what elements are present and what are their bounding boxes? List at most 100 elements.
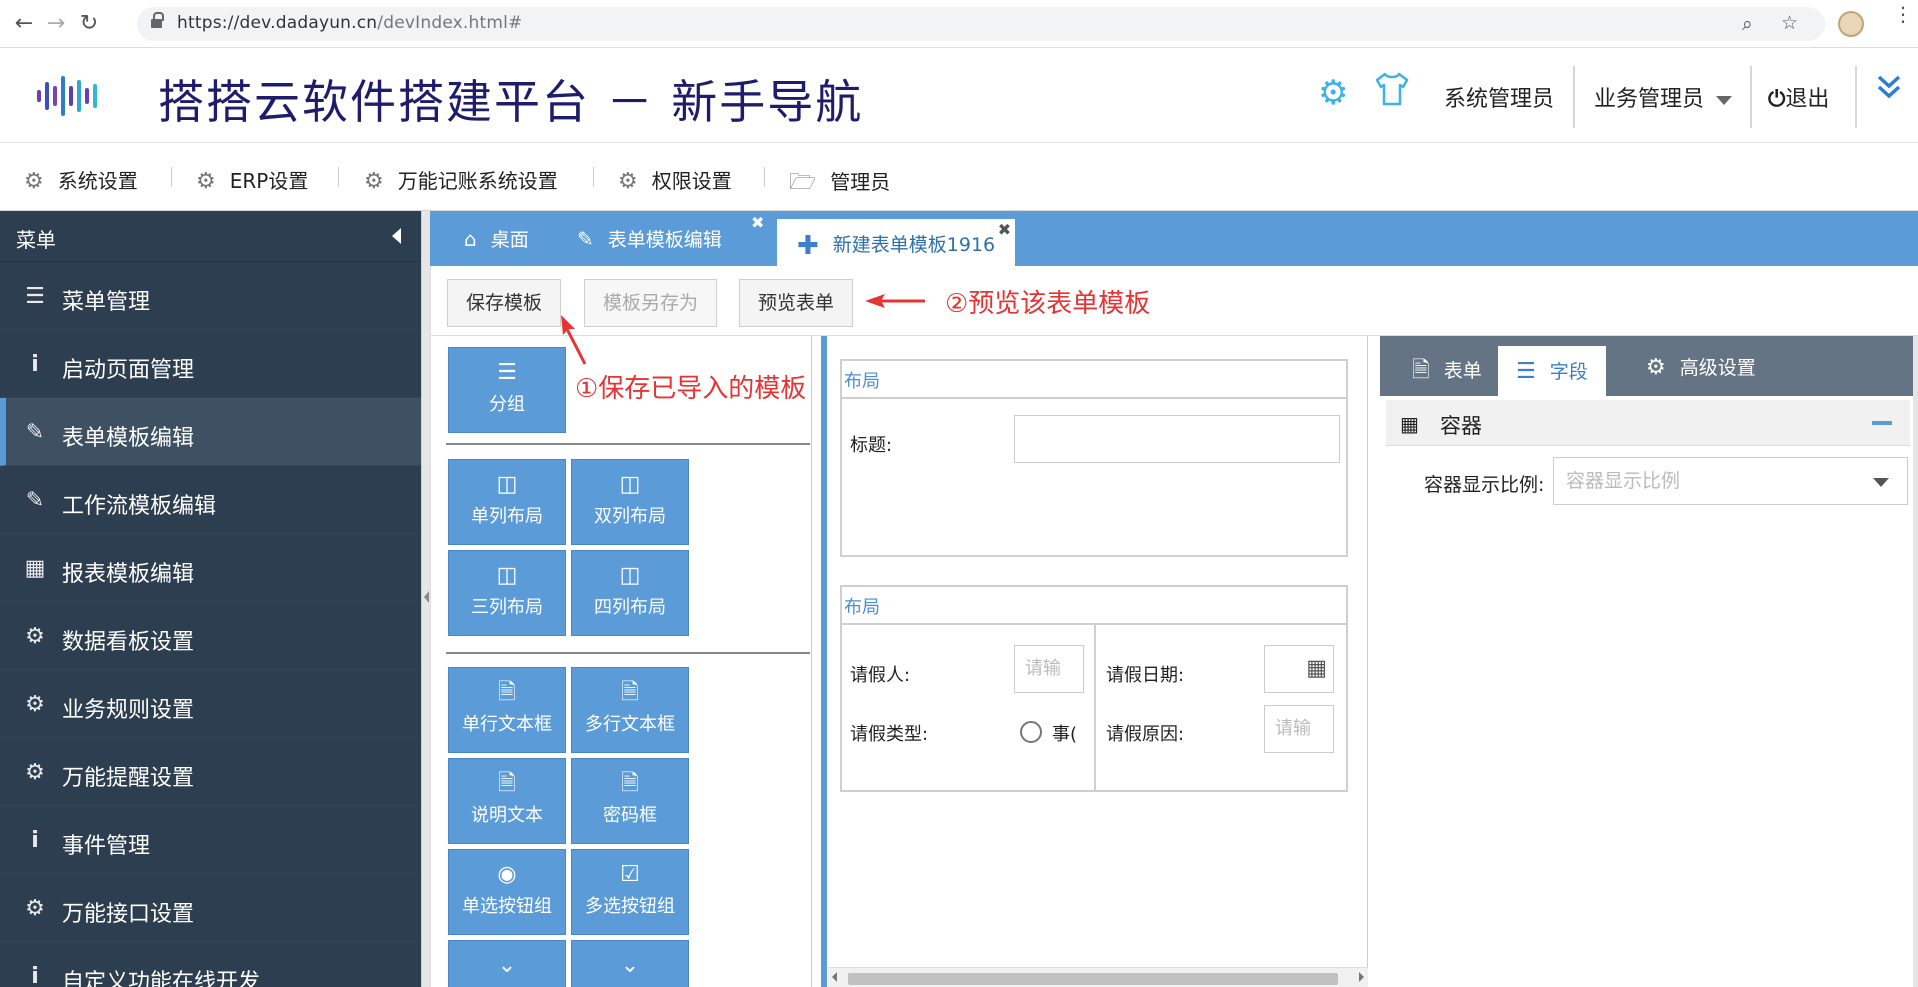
palette-radio-group[interactable]: ◉ 单选按钮组 [448, 849, 566, 935]
info-icon: i [31, 828, 39, 853]
sidebar-item-startup-page[interactable]: i 启动页面管理 [0, 330, 421, 398]
tab-form[interactable]: 🗎 表单 [1412, 353, 1482, 391]
bookmark-star-icon[interactable]: ☆ [1781, 12, 1798, 34]
scrollbar-thumb[interactable] [848, 973, 1338, 985]
layout-container[interactable]: 布局 请假人: 请输 请假日期: ▦ 请假类型: 事( 请假原因: 请输 [840, 585, 1348, 792]
palette-single-line-text[interactable]: 🗎 单行文本框 [448, 667, 566, 753]
sidebar-item-reminders[interactable]: ⚙ 万能提醒设置 [0, 738, 421, 806]
save-as-template-button[interactable]: 模板另存为 [584, 279, 718, 327]
sidebar-item-business-rules[interactable]: ⚙ 业务规则设置 [0, 670, 421, 738]
settings-gear-icon[interactable]: ⚙ [1318, 73, 1348, 113]
calendar-icon[interactable]: ▦ [1306, 656, 1327, 681]
file-text-icon: 🗎 [498, 771, 516, 796]
palette-four-column[interactable]: ◫ 四列布局 [571, 550, 689, 636]
tab-new-form-template[interactable]: ✚ 新建表单模板1916 ✖ [777, 219, 1016, 266]
palette-multi-line-text[interactable]: 🗎 多行文本框 [571, 667, 689, 753]
sidebar-item-api-settings[interactable]: ⚙ 万能接口设置 [0, 874, 421, 942]
title-field-label: 标题: [850, 435, 893, 456]
file-icon: 🗎 [1412, 358, 1430, 383]
columns-icon: ◫ [619, 563, 641, 588]
tab-advanced-settings[interactable]: ⚙ 高级设置 [1646, 353, 1756, 380]
palette-single-column[interactable]: ◫ 单列布局 [448, 459, 566, 545]
leave-type-option: 事( [1052, 724, 1078, 745]
double-chevron-down-icon[interactable] [1876, 72, 1902, 109]
sidebar-item-form-template[interactable]: ✎ 表单模板编辑 [0, 398, 421, 466]
gear-icon: ⚙ [25, 624, 45, 649]
tab-desktop[interactable]: ⌂ 桌面 [464, 225, 529, 252]
forward-arrow-icon[interactable]: → [42, 12, 70, 36]
top-menu-bar: ⚙ 系统设置 ⚙ ERP设置 ⚙ 万能记账系统设置 ⚙ 权限设置 🗁 管理员 [0, 143, 1918, 211]
palette-more[interactable]: ⌄ [448, 940, 566, 987]
properties-panel: 🗎 表单 ☰ 字段 ⚙ 高级设置 ▦ 容器 容器显示比例: 容器显示比例 [1380, 336, 1918, 987]
menu-permission-settings[interactable]: ⚙ 权限设置 [618, 165, 732, 194]
applicant-input[interactable]: 请输 [1014, 645, 1084, 693]
properties-scrollbar[interactable] [1913, 336, 1918, 987]
preview-form-button[interactable]: 预览表单 [739, 279, 854, 327]
sidebar-item-report-template[interactable]: ▦ 报表模板编辑 [0, 534, 421, 602]
collapse-left-icon[interactable] [392, 228, 401, 244]
menu-erp-settings[interactable]: ⚙ ERP设置 [196, 165, 308, 194]
tab-fields[interactable]: ☰ 字段 [1498, 346, 1606, 396]
sidebar-item-custom-dev[interactable]: i 自定义功能在线开发 [0, 942, 421, 987]
chevron-down-icon [1873, 478, 1889, 487]
palette-scrollbar[interactable] [821, 336, 827, 987]
profile-avatar[interactable] [1838, 11, 1864, 37]
theme-shirt-icon[interactable] [1372, 69, 1412, 118]
bars-icon: ☰ [1516, 359, 1536, 384]
leave-date-input[interactable]: ▦ [1264, 645, 1334, 693]
zoom-icon[interactable]: ⌕ [1742, 13, 1753, 35]
collapse-minus-icon[interactable] [1872, 421, 1892, 425]
palette-two-column[interactable]: ◫ 双列布局 [571, 459, 689, 545]
sidebar-item-events[interactable]: i 事件管理 [0, 806, 421, 874]
form-canvas: 布局 标题: 布局 请假人: 请输 请假日期: ▦ 请假类型: 事( 请假原因:… [828, 336, 1368, 987]
menu-system-settings[interactable]: ⚙ 系统设置 [24, 165, 138, 194]
tab-form-template-edit[interactable]: ✎ 表单模板编辑 [577, 225, 722, 252]
edit-icon: ✎ [577, 227, 594, 251]
save-template-button[interactable]: 保存模板 [447, 279, 562, 327]
app-header: 搭搭云软件搭建平台 － 新手导航 ⚙ 系统管理员 业务管理员 ⏻退出 [0, 48, 1918, 143]
back-arrow-icon[interactable]: ← [10, 12, 38, 36]
sidebar-item-workflow-template[interactable]: ✎ 工作流模板编辑 [0, 466, 421, 534]
palette-group[interactable]: ☰ 分组 [448, 347, 566, 433]
title-input[interactable] [1014, 415, 1340, 463]
leave-reason-input[interactable]: 请输 [1264, 705, 1334, 753]
browser-menu-icon[interactable]: ⋮ [1893, 4, 1913, 24]
scroll-right-icon[interactable] [1359, 972, 1364, 982]
system-admin-link[interactable]: 系统管理员 [1444, 81, 1554, 113]
palette-three-column[interactable]: ◫ 三列布局 [448, 550, 566, 636]
power-icon: ⏻ [1768, 87, 1786, 112]
palette-description-text[interactable]: 🗎 说明文本 [448, 758, 566, 844]
reload-icon[interactable]: ↻ [75, 12, 103, 36]
dadayun-logo [37, 76, 97, 116]
edit-icon: ✎ [25, 488, 45, 513]
column-divider [1094, 625, 1096, 790]
sidebar-splitter[interactable] [421, 211, 430, 987]
header-divider [1573, 66, 1575, 128]
close-tab-icon[interactable]: ✖ [751, 213, 764, 232]
list-icon: ☰ [25, 284, 45, 309]
leave-type-label: 请假类型: [850, 724, 929, 745]
gear-icon: ⚙ [618, 169, 638, 194]
logout-button[interactable]: ⏻退出 [1768, 81, 1829, 113]
palette-checkbox-group[interactable]: ☑ 多选按钮组 [571, 849, 689, 935]
leave-type-radio[interactable] [1020, 721, 1042, 743]
scroll-left-icon[interactable] [832, 972, 837, 982]
palette-password[interactable]: 🗎 密码框 [571, 758, 689, 844]
list-icon: ☰ [497, 360, 517, 385]
checkbox-icon: ☑ [620, 862, 640, 887]
close-tab-icon[interactable]: ✖ [998, 220, 1011, 239]
page-title: 搭搭云软件搭建平台 － 新手导航 [158, 75, 864, 129]
container-ratio-select[interactable]: 容器显示比例 [1553, 457, 1908, 505]
menu-admin[interactable]: 🗁 管理员 [789, 165, 890, 203]
component-palette: ☰ 分组 ◫ 单列布局 ◫ 双列布局 ◫ 三列布局 ◫ 四列布局 🗎 单行文本框 🗎 多行文本… [430, 315, 827, 987]
canvas-horizontal-scrollbar[interactable] [828, 967, 1368, 987]
sidebar-item-dashboard[interactable]: ⚙ 数据看板设置 [0, 602, 421, 670]
container-section-header[interactable]: ▦ 容器 [1386, 400, 1910, 446]
menu-accounting-settings[interactable]: ⚙ 万能记账系统设置 [364, 165, 558, 194]
sidebar-item-menu-management[interactable]: ☰ 菜单管理 [0, 262, 421, 330]
business-admin-dropdown[interactable]: 业务管理员 [1594, 81, 1733, 113]
address-bar[interactable]: https://dev.dadayun.cn/devIndex.html# ⌕ … [137, 7, 1825, 41]
palette-more[interactable]: ⌄ [571, 940, 689, 987]
layout-container[interactable]: 布局 标题: [840, 359, 1348, 557]
folder-open-icon: 🗁 [789, 170, 817, 195]
